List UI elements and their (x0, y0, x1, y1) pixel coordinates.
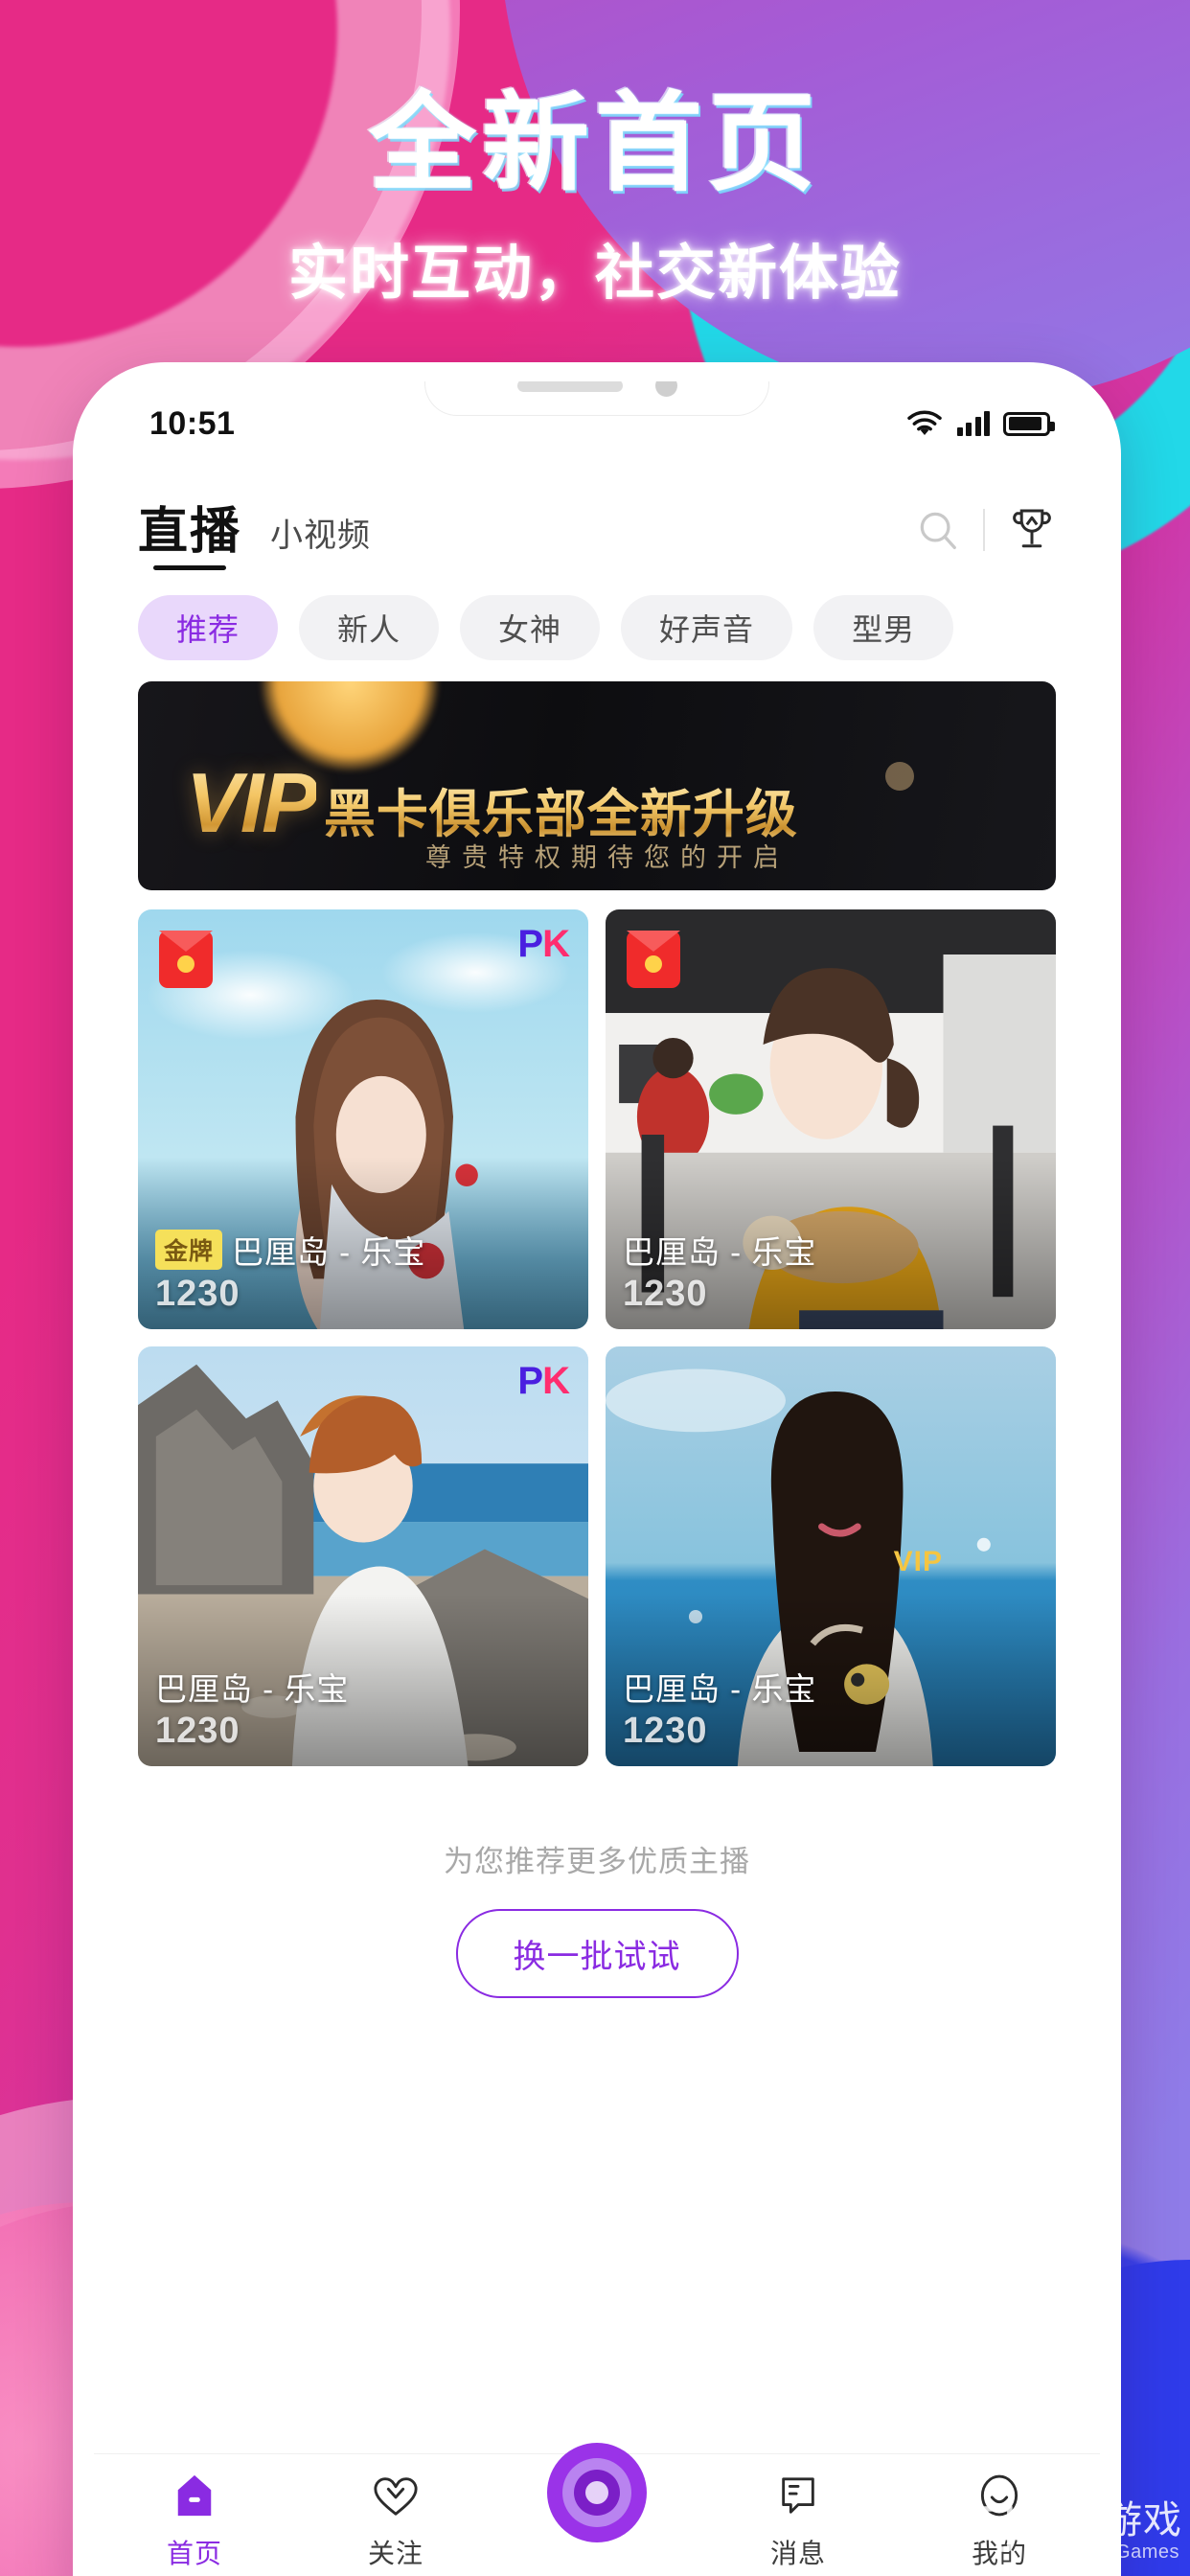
tab-live[interactable]: 直播 (138, 491, 241, 570)
search-icon[interactable] (916, 508, 960, 552)
nav-item-home[interactable]: 首页 (114, 2468, 275, 2571)
category-pill-goodvoice[interactable]: 好声音 (621, 595, 793, 660)
vip-banner-dot (885, 762, 914, 791)
go-live-ring-2 (562, 2458, 631, 2527)
red-envelope-icon[interactable] (159, 931, 213, 988)
live-card-info: 巴厘岛 - 乐宝 1230 (155, 1664, 571, 1753)
tab-short-video[interactable]: 小视频 (270, 497, 371, 556)
pk-badge-k: K (542, 1360, 570, 1402)
watermark-logo: 闪 (965, 2502, 1016, 2560)
pk-badge: PK (517, 1360, 570, 1403)
watermark: 闪 仍玩游戏 Rengwan Games (966, 2499, 1182, 2563)
live-card-info: 巴厘岛 - 乐宝 1230 (623, 1227, 1039, 1316)
nav-label-home: 首页 (166, 2539, 222, 2568)
gold-badge: 金牌 (155, 1230, 223, 1271)
bottom-navigation: 首页 关注 消息 我的 (94, 2443, 1100, 2576)
earpiece-speaker (516, 381, 623, 392)
pk-badge-k: K (542, 923, 570, 965)
watermark-texts: 仍玩游戏 Rengwan Games (1025, 2499, 1182, 2563)
pk-badge-p: P (517, 1360, 543, 1402)
front-camera (654, 381, 677, 397)
heart-icon (372, 2468, 420, 2523)
pk-badge-p: P (517, 923, 543, 965)
trophy-icon[interactable] (1008, 505, 1056, 555)
status-bar-icons (905, 409, 1055, 438)
promo-headline: 全新首页 (369, 83, 821, 203)
promo-text-block: 全新首页 实时互动，社交新体验 (0, 80, 1190, 310)
live-card-name: 巴厘岛 - 乐宝 (155, 1671, 350, 1708)
live-card[interactable]: PK 金牌 巴厘岛 - 乐宝 1230 (138, 909, 588, 1329)
live-card-viewer-count: 1230 (155, 1711, 240, 1752)
nav-label-message: 消息 (769, 2539, 826, 2568)
nav-center-slot (516, 2443, 677, 2542)
watermark-name-en: Rengwan Games (1025, 2542, 1180, 2563)
status-bar: 10:51 (94, 381, 1100, 466)
header-actions (916, 499, 1056, 555)
phone-mockup: 10:51 直播 小视频 推荐 新人 女神 好声音 型男 VIP 黑卡俱乐部全新… (73, 362, 1121, 2576)
recommend-text: 为您推荐更多优质主播 (444, 1845, 750, 1878)
home-icon (172, 2468, 217, 2523)
pk-badge: PK (517, 923, 570, 966)
live-card-info: 巴厘岛 - 乐宝 1230 (623, 1664, 1039, 1753)
signal-bars-icon (956, 411, 990, 436)
wifi-icon (906, 410, 942, 435)
category-pill-recommend[interactable]: 推荐 (138, 595, 279, 660)
live-card-title-row: 金牌 巴厘岛 - 乐宝 (155, 1227, 571, 1273)
live-card-name: 巴厘岛 - 乐宝 (623, 1234, 817, 1271)
phone-screen: 10:51 直播 小视频 推荐 新人 女神 好声音 型男 VIP 黑卡俱乐部全新… (94, 381, 1100, 2576)
go-live-ring-3 (574, 2470, 620, 2516)
go-live-core (585, 2481, 608, 2504)
tee-vip-text: VIP (893, 1546, 943, 1577)
message-icon (776, 2468, 820, 2523)
category-pill-newcomer[interactable]: 新人 (299, 595, 440, 660)
category-pill-list[interactable]: 推荐 新人 女神 好声音 型男 (94, 572, 1100, 681)
go-live-icon[interactable] (547, 2443, 647, 2542)
live-card-title-row: 巴厘岛 - 乐宝 (623, 1227, 1039, 1273)
live-card-grid: PK 金牌 巴厘岛 - 乐宝 1230 巴厘岛 - 乐宝 1230 PK 巴厘岛… (138, 909, 1056, 1766)
red-envelope-icon[interactable] (627, 931, 680, 988)
live-card-viewer-count: 1230 (155, 1274, 240, 1315)
promo-subheadline: 实时互动，社交新体验 (287, 241, 902, 308)
live-card-name: 巴厘岛 - 乐宝 (623, 1671, 817, 1708)
refresh-list-button[interactable]: 换一批试试 (455, 1909, 739, 1998)
category-pill-handsome[interactable]: 型男 (813, 595, 954, 660)
watermark-name-cn: 仍玩游戏 (1025, 2499, 1182, 2542)
header-divider (983, 508, 985, 551)
live-card-viewer-count: 1230 (623, 1711, 708, 1752)
live-card[interactable]: 巴厘岛 - 乐宝 1230 (606, 909, 1056, 1329)
main-content: VIP 黑卡俱乐部全新升级 尊贵特权期待您的开启 PK 金牌 巴厘岛 - 乐宝 … (94, 681, 1100, 1998)
category-pill-goddess[interactable]: 女神 (460, 595, 601, 660)
live-card-title-row: 巴厘岛 - 乐宝 (155, 1664, 571, 1710)
app-header: 直播 小视频 (94, 466, 1100, 572)
live-card-info: 金牌 巴厘岛 - 乐宝 1230 (155, 1227, 571, 1316)
vip-banner-subtitle: 尊贵特权期待您的开启 (425, 843, 790, 872)
vip-banner[interactable]: VIP 黑卡俱乐部全新升级 尊贵特权期待您的开启 (138, 681, 1056, 890)
vip-banner-logo: VIP (186, 755, 318, 850)
status-bar-time: 10:51 (149, 404, 236, 442)
live-card[interactable]: PK 巴厘岛 - 乐宝 1230 (138, 1346, 588, 1766)
nav-item-follow[interactable]: 关注 (315, 2468, 476, 2571)
live-card[interactable]: VIP 巴厘岛 - 乐宝 1230 (606, 1346, 1056, 1766)
live-card-title-row: 巴厘岛 - 乐宝 (623, 1664, 1039, 1710)
live-card-name: 巴厘岛 - 乐宝 (232, 1234, 426, 1271)
nav-label-follow: 关注 (367, 2539, 423, 2568)
recommend-section: 为您推荐更多优质主播 换一批试试 (138, 1766, 1056, 1998)
nav-item-message[interactable]: 消息 (718, 2468, 879, 2571)
battery-icon (1003, 411, 1055, 436)
phone-notch (424, 381, 769, 416)
live-card-viewer-count: 1230 (623, 1274, 708, 1315)
